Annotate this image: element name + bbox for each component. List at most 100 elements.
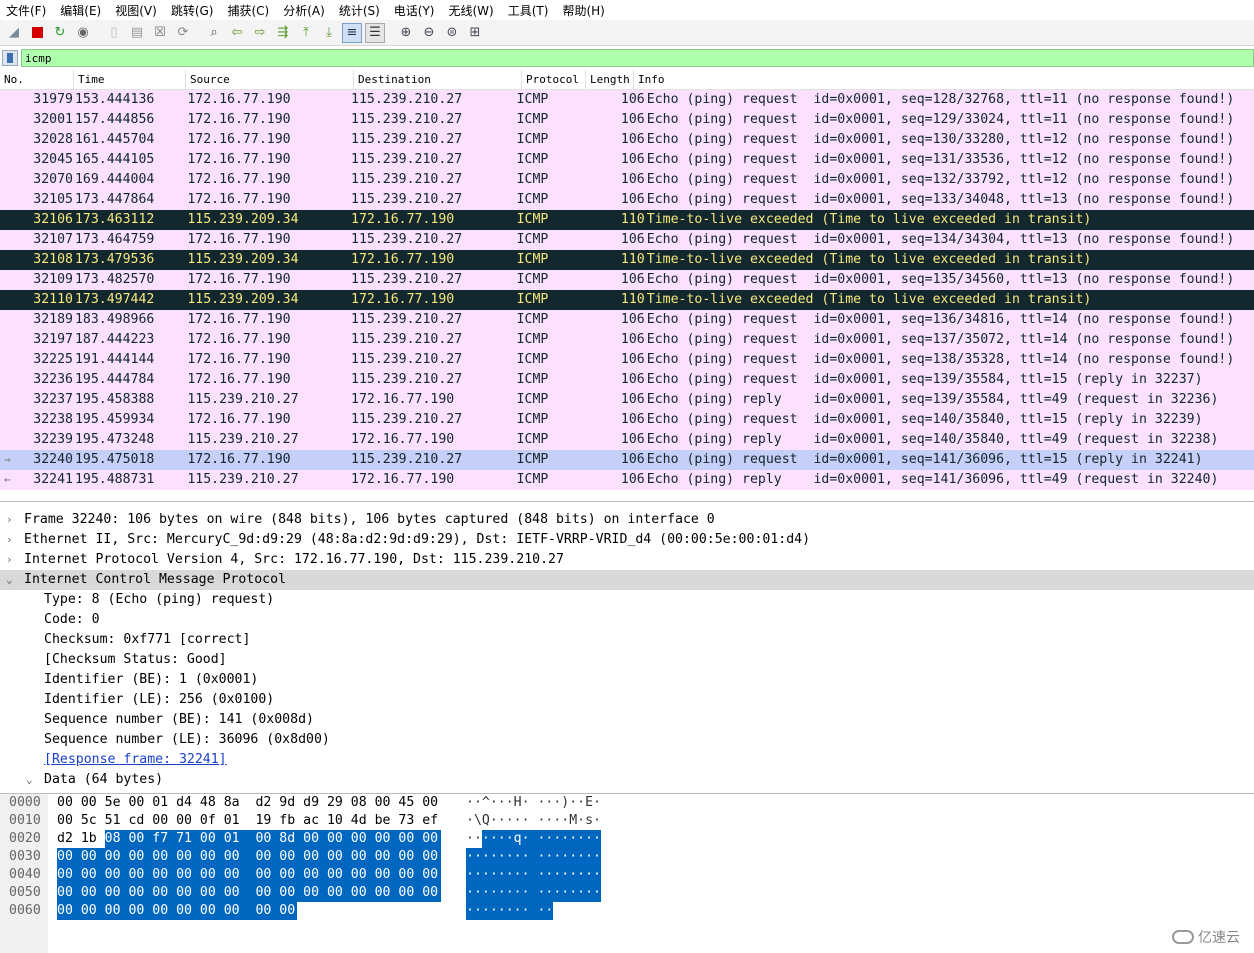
byte-ascii-unselected[interactable]: ·· — [466, 830, 482, 848]
menu-item[interactable]: 统计(S) — [339, 2, 380, 19]
shark-fin-start-icon[interactable]: ◢ — [4, 23, 24, 43]
packet-row[interactable]: 32236 195.444784 172.16.77.190 115.239.210.… — [0, 370, 1254, 390]
byte-ascii[interactable]: ········ ········ — [466, 848, 601, 866]
packet-row[interactable]: 32070 169.444004 172.16.77.190 115.239.210.… — [0, 170, 1254, 190]
close-file-icon[interactable]: ☒ — [150, 23, 170, 43]
restart-capture-icon[interactable]: ↻ — [50, 23, 70, 43]
menu-item[interactable]: 工具(T) — [508, 2, 549, 19]
display-filter-input[interactable] — [21, 49, 1254, 67]
packet-row[interactable]: 32239 195.473248 115.239.210.27 172.16.77.1… — [0, 430, 1254, 450]
menu-item[interactable]: 文件(F) — [6, 2, 46, 19]
column-header-no[interactable]: No. — [0, 69, 74, 90]
collapse-arrow-icon[interactable]: ⌄ — [6, 570, 18, 590]
byte-ascii[interactable]: ··^···H· ···)··E· — [466, 794, 601, 812]
packet-row[interactable]: 32045 165.444105 172.16.77.190 115.239.210.… — [0, 150, 1254, 170]
detail-ethernet[interactable]: › Ethernet II, Src: MercuryC_9d:d9:29 (48… — [0, 530, 1254, 550]
packet-row[interactable]: 32238 195.459934 172.16.77.190 115.239.210.… — [0, 410, 1254, 430]
detail-icmp-field[interactable]: Sequence number (LE): 36096 (0x8d00) — [0, 730, 1254, 750]
column-header-length[interactable]: Length — [586, 69, 634, 90]
menu-item[interactable]: 跳转(G) — [171, 2, 214, 19]
byte-hex[interactable]: d2 1b 08 00 f7 71 00 01 00 8d 00 00 00 0… — [57, 830, 438, 848]
menu-item[interactable]: 电话(Y) — [394, 2, 435, 19]
packet-row[interactable]: ← 32241 195.488731 115.239.210.27 172.16.77.… — [0, 470, 1254, 490]
packet-cell-no: 32107 — [33, 232, 73, 247]
packet-row[interactable]: 32225 191.444144 172.16.77.190 115.239.210.… — [0, 350, 1254, 370]
column-header-time[interactable]: Time — [74, 69, 186, 90]
packet-row[interactable]: 32028 161.445704 172.16.77.190 115.239.210.… — [0, 130, 1254, 150]
packet-cell-info: Time-to-live exceeded (Time to live exce… — [646, 212, 1092, 227]
packet-row[interactable]: 32108 173.479536 115.239.209.34 172.16.77.1… — [0, 250, 1254, 270]
collapse-arrow-icon[interactable]: ⌄ — [26, 770, 38, 790]
go-back-icon[interactable]: ⇦ — [227, 23, 247, 43]
detail-icmp-field[interactable]: Sequence number (BE): 141 (0x008d) — [0, 710, 1254, 730]
expand-arrow-icon[interactable]: › — [6, 550, 18, 570]
packet-cell-src: 172.16.77.190 — [187, 112, 291, 127]
byte-ascii[interactable]: ········ ········ — [466, 884, 601, 902]
detail-icmp-field[interactable]: Code: 0 — [0, 610, 1254, 630]
last-packet-icon[interactable]: ⤓ — [319, 23, 339, 43]
save-file-icon[interactable]: ▤ — [127, 23, 147, 43]
packet-row[interactable]: 32110 173.497442 115.239.209.34 172.16.77.1… — [0, 290, 1254, 310]
menu-item[interactable]: 编辑(E) — [60, 2, 101, 19]
find-packet-icon[interactable]: ⌕ — [204, 23, 224, 43]
bookmark-icon[interactable] — [2, 50, 18, 66]
packet-cell-len: 106 — [620, 392, 645, 407]
first-packet-icon[interactable]: ⤒ — [296, 23, 316, 43]
byte-row: 0000 00 00 5e 00 01 d4 48 8a d2 9d d9 29 … — [0, 794, 1254, 812]
column-header-info[interactable]: Info — [634, 70, 1250, 90]
column-header-destination[interactable]: Destination — [354, 69, 522, 90]
detail-data[interactable]: ⌄ Data (64 bytes) — [0, 770, 1254, 790]
go-to-packet-icon[interactable]: ⇶ — [273, 23, 293, 43]
packet-row[interactable]: 32109 173.482570 172.16.77.190 115.239.210.… — [0, 270, 1254, 290]
byte-ascii[interactable]: ······q· ········ — [466, 830, 601, 848]
byte-hex-unselected[interactable]: d2 1b — [57, 830, 97, 848]
zoom-reset-icon[interactable]: ⊜ — [442, 23, 462, 43]
packet-row[interactable]: 32106 173.463112 115.239.209.34 172.16.77.1… — [0, 210, 1254, 230]
detail-icmp-field[interactable]: Identifier (LE): 256 (0x0100) — [0, 690, 1254, 710]
byte-hex[interactable]: 00 00 5e 00 01 d4 48 8a d2 9d d9 29 08 0… — [57, 794, 438, 812]
go-forward-icon[interactable]: ⇨ — [250, 23, 270, 43]
stop-capture-icon[interactable] — [27, 23, 47, 43]
packet-row[interactable]: → 32240 195.475018 172.16.77.190 115.239.210… — [0, 450, 1254, 470]
capture-options-icon[interactable]: ◉ — [73, 23, 93, 43]
zoom-in-icon[interactable]: ⊕ — [396, 23, 416, 43]
menu-item[interactable]: 无线(W) — [449, 2, 494, 19]
column-header-source[interactable]: Source — [186, 69, 354, 90]
menu-item[interactable]: 捕获(C) — [227, 2, 269, 19]
resize-columns-icon[interactable]: ⊞ — [465, 23, 485, 43]
packet-row[interactable]: 32107 173.464759 172.16.77.190 115.239.210.… — [0, 230, 1254, 250]
byte-ascii[interactable]: ········ ·· — [466, 902, 553, 920]
packet-row[interactable]: 32197 187.444223 172.16.77.190 115.239.210.… — [0, 330, 1254, 350]
detail-icmp-field[interactable]: [Checksum Status: Good] — [0, 650, 1254, 670]
detail-icmp[interactable]: ⌄ Internet Control Message Protocol — [0, 570, 1254, 590]
reload-file-icon[interactable]: ⟳ — [173, 23, 193, 43]
byte-hex[interactable]: 00 00 00 00 00 00 00 00 00 00 00 00 00 0… — [57, 884, 438, 902]
open-file-icon[interactable]: ▯ — [104, 23, 124, 43]
detail-icmp-field[interactable]: Checksum: 0xf771 [correct] — [0, 630, 1254, 650]
byte-hex[interactable]: 00 00 00 00 00 00 00 00 00 00 00 00 00 0… — [57, 866, 438, 884]
response-frame-link[interactable]: [Response frame: 32241] — [0, 750, 1254, 770]
zoom-out-icon[interactable]: ⊖ — [419, 23, 439, 43]
expand-arrow-icon[interactable]: › — [6, 530, 18, 550]
packet-row[interactable]: 31979 153.444136 172.16.77.190 115.239.210.… — [0, 90, 1254, 110]
packet-row[interactable]: 32001 157.444856 172.16.77.190 115.239.210.… — [0, 110, 1254, 130]
detail-ip[interactable]: › Internet Protocol Version 4, Src: 172.1… — [0, 550, 1254, 570]
menu-item[interactable]: 视图(V) — [115, 2, 157, 19]
byte-hex[interactable]: 00 00 00 00 00 00 00 00 00 00 — [57, 902, 295, 920]
detail-icmp-field[interactable]: Identifier (BE): 1 (0x0001) — [0, 670, 1254, 690]
packet-row[interactable]: 32105 173.447864 172.16.77.190 115.239.210.… — [0, 190, 1254, 210]
expand-arrow-icon[interactable]: › — [6, 510, 18, 530]
menu-item[interactable]: 帮助(H) — [562, 2, 604, 19]
detail-frame[interactable]: › Frame 32240: 106 bytes on wire (848 bit… — [0, 510, 1254, 530]
packet-row[interactable]: 32189 183.498966 172.16.77.190 115.239.210.… — [0, 310, 1254, 330]
menu-item[interactable]: 分析(A) — [283, 2, 325, 19]
byte-hex[interactable]: 00 5c 51 cd 00 00 0f 01 19 fb ac 10 4d b… — [57, 812, 438, 830]
byte-ascii[interactable]: ·\Q····· ····M·s· — [466, 812, 601, 830]
auto-scroll-icon[interactable]: ≡ — [342, 22, 362, 43]
column-header-protocol[interactable]: Protocol — [522, 69, 586, 90]
byte-hex[interactable]: 00 00 00 00 00 00 00 00 00 00 00 00 00 0… — [57, 848, 438, 866]
byte-ascii[interactable]: ········ ········ — [466, 866, 601, 884]
colorize-icon[interactable]: ☰ — [365, 22, 385, 43]
packet-row[interactable]: 32237 195.458388 115.239.210.27 172.16.77.1… — [0, 390, 1254, 410]
detail-icmp-field[interactable]: Type: 8 (Echo (ping) request) — [0, 590, 1254, 610]
